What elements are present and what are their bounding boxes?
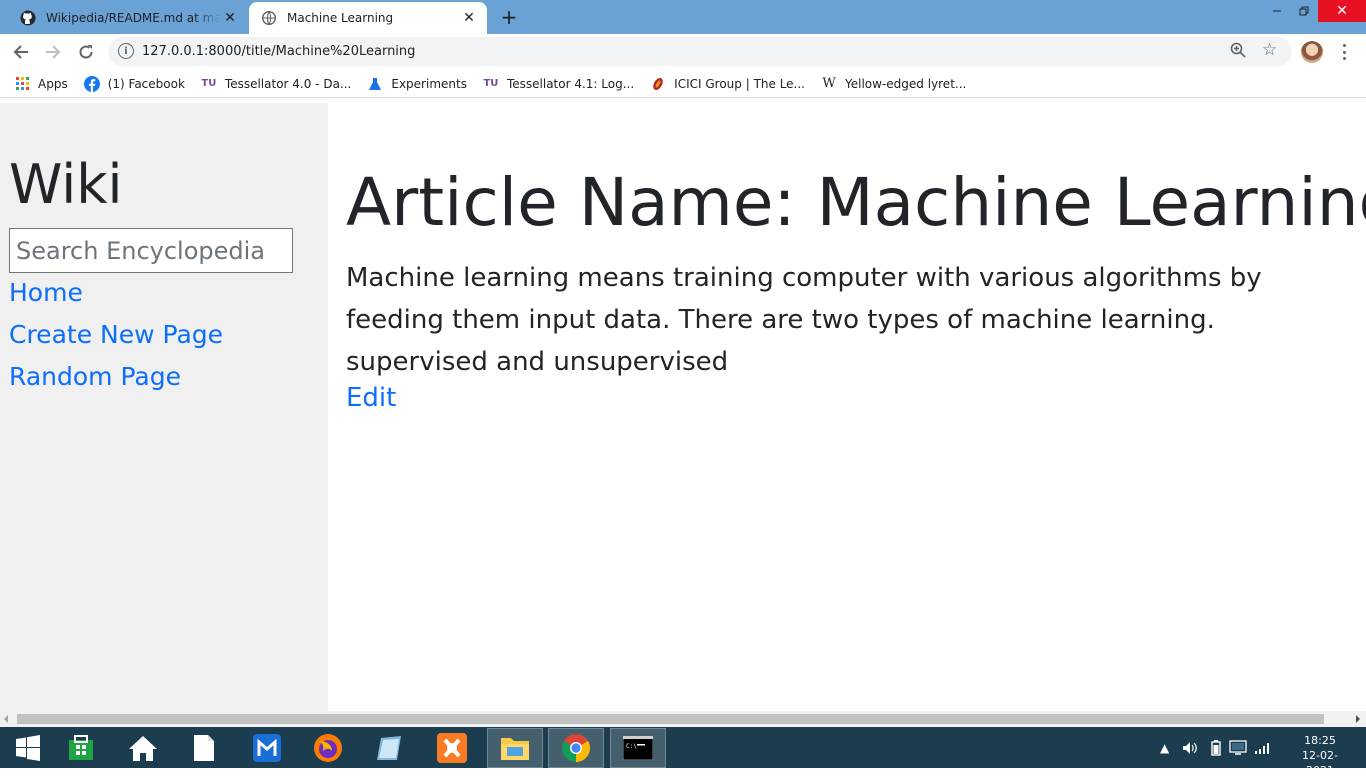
- bookmark-label: ICICI Group | The Le...: [674, 76, 805, 91]
- bookmarks-bar: Apps (1) Facebook TU Tessellator 4.0 - D…: [0, 70, 1366, 98]
- browser-toolbar: i 127.0.0.1:8000/title/Machine%20Learnin…: [0, 34, 1366, 70]
- restore-icon[interactable]: [1289, 0, 1319, 22]
- bookmark-label: Tessellator 4.1: Log...: [506, 76, 635, 91]
- show-hidden-icons-icon[interactable]: ▲: [1160, 727, 1169, 768]
- icici-icon: [650, 76, 666, 92]
- scrollbar-thumb[interactable]: [17, 714, 1324, 724]
- horizontal-scrollbar[interactable]: [0, 711, 1366, 727]
- tab-title: Machine Learning: [287, 11, 394, 25]
- xampp-icon[interactable]: [424, 728, 480, 768]
- article-main: Article Name: Machine Learning Machine l…: [346, 103, 1366, 711]
- minimize-icon[interactable]: [1262, 0, 1292, 22]
- bookmark-apps[interactable]: Apps: [14, 76, 68, 92]
- profile-avatar[interactable]: [1301, 41, 1323, 63]
- bookmark-icici[interactable]: ICICI Group | The Le...: [650, 76, 805, 92]
- file-explorer-icon[interactable]: [487, 728, 543, 768]
- bookmark-tessellator-41[interactable]: TU Tessellator 4.1: Log...: [483, 76, 634, 92]
- notepad-icon[interactable]: [362, 728, 418, 768]
- document-icon[interactable]: [176, 728, 232, 768]
- random-page-link[interactable]: Random Page: [9, 362, 181, 391]
- create-new-page-link[interactable]: Create New Page: [9, 320, 223, 349]
- bookmark-label: Tessellator 4.0 - Da...: [224, 76, 352, 91]
- bookmark-tessellator-40[interactable]: TU Tessellator 4.0 - Da...: [201, 76, 351, 92]
- article-heading: Article Name: Machine Learning: [346, 164, 1366, 241]
- sidebar: Wiki Search Encyclopedia Home Create New…: [0, 103, 328, 711]
- home-icon[interactable]: [115, 728, 171, 768]
- network-icon[interactable]: [1229, 727, 1247, 768]
- store-icon[interactable]: [53, 728, 109, 768]
- tab-machine-learning[interactable]: Machine Learning ✕: [249, 2, 487, 34]
- bookmark-experiments[interactable]: Experiments: [367, 76, 467, 92]
- clock-time: 18:25: [1304, 734, 1336, 747]
- tessellator-icon: TU: [201, 78, 217, 89]
- facebook-icon: [83, 75, 100, 92]
- clock-date: 12-02-2021: [1302, 749, 1338, 777]
- tessellator-icon: TU: [483, 78, 499, 89]
- tab-github-readme[interactable]: Wikipedia/README.md at main · ✕: [8, 2, 248, 34]
- address-bar[interactable]: i 127.0.0.1:8000/title/Machine%20Learnin…: [108, 37, 1292, 66]
- close-tab-icon[interactable]: ✕: [459, 8, 479, 28]
- battery-icon[interactable]: [1211, 727, 1221, 768]
- system-clock[interactable]: 18:25 12-02-2021: [1290, 733, 1350, 778]
- close-tab-icon[interactable]: ✕: [220, 8, 240, 28]
- new-tab-icon[interactable]: +: [498, 5, 520, 29]
- edit-link[interactable]: Edit: [346, 383, 396, 413]
- bookmark-label: Experiments: [391, 76, 467, 91]
- tab-title: Wikipedia/README.md at main ·: [46, 11, 220, 25]
- forward-arrow-icon[interactable]: [41, 40, 65, 64]
- info-icon[interactable]: i: [118, 43, 134, 59]
- signal-icon[interactable]: [1254, 727, 1272, 768]
- globe-icon: [261, 10, 277, 26]
- bookmark-star-icon[interactable]: ☆: [1262, 40, 1280, 60]
- tab-strip: Wikipedia/README.md at main · ✕ Machine …: [0, 0, 1366, 34]
- page-viewport: Wiki Search Encyclopedia Home Create New…: [0, 103, 1366, 711]
- zoom-icon[interactable]: [1230, 42, 1248, 60]
- firefox-icon[interactable]: [300, 728, 356, 768]
- bookmark-label: Yellow-edged lyret...: [845, 76, 967, 91]
- bookmark-label: Apps: [38, 76, 68, 91]
- site-title: Wiki: [9, 153, 123, 216]
- svg-text:C:\: C:\: [626, 743, 637, 750]
- bookmark-label: (1) Facebook: [107, 76, 185, 91]
- taskbar: C:\ ▲ 18:25 12-02-2021: [0, 727, 1366, 777]
- scroll-right-icon[interactable]: [1356, 715, 1360, 723]
- url-text[interactable]: 127.0.0.1:8000/title/Machine%20Learning: [142, 44, 415, 59]
- bookmark-wikipedia[interactable]: W Yellow-edged lyret...: [821, 76, 966, 92]
- reload-icon[interactable]: [74, 40, 98, 64]
- apps-grid-icon: [14, 76, 30, 92]
- back-arrow-icon[interactable]: [9, 40, 33, 64]
- article-body: Machine learning means training computer…: [346, 263, 1262, 377]
- chrome-icon[interactable]: [548, 728, 604, 768]
- search-placeholder: Search Encyclopedia: [16, 236, 266, 265]
- bookmark-facebook[interactable]: (1) Facebook: [83, 75, 185, 92]
- flask-icon: [367, 76, 383, 92]
- volume-icon[interactable]: [1182, 727, 1198, 768]
- scroll-left-icon[interactable]: [4, 715, 8, 723]
- command-prompt-icon[interactable]: C:\: [610, 728, 666, 768]
- home-link[interactable]: Home: [9, 278, 83, 307]
- window-close-icon[interactable]: ✕: [1318, 0, 1366, 22]
- github-icon: [20, 10, 36, 26]
- wikipedia-icon: W: [822, 76, 836, 91]
- maxthon-icon[interactable]: [239, 728, 295, 768]
- windows-start-icon[interactable]: [0, 728, 56, 768]
- search-input[interactable]: Search Encyclopedia: [9, 228, 293, 273]
- menu-kebab-icon[interactable]: [1336, 42, 1352, 62]
